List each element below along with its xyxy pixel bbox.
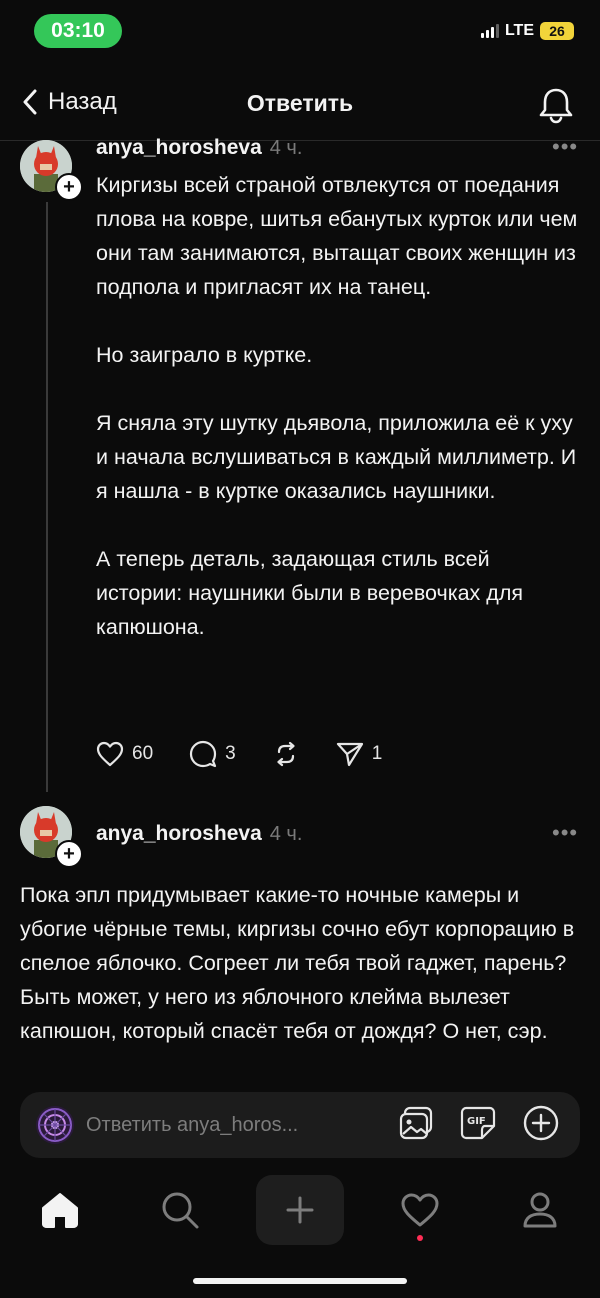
tab-search[interactable] bbox=[136, 1175, 224, 1245]
reply-count: 3 bbox=[225, 743, 236, 764]
send-icon bbox=[336, 742, 363, 767]
home-indicator bbox=[193, 1278, 407, 1284]
post-body: Киргизы всей страной отвлекутся от поеда… bbox=[96, 168, 580, 644]
post-header: anya_horosheva 4 ч. bbox=[96, 822, 302, 846]
page-title: Ответить bbox=[246, 90, 354, 116]
tab-profile[interactable] bbox=[496, 1175, 584, 1245]
comment-icon bbox=[190, 740, 217, 768]
post-time: 4 ч. bbox=[269, 822, 303, 845]
share-button[interactable]: 1 bbox=[336, 741, 383, 767]
network-label: LTE bbox=[504, 22, 534, 39]
thread-line bbox=[46, 202, 48, 792]
status-time: 03:10 bbox=[34, 14, 122, 48]
svg-text:GIF: GIF bbox=[467, 1116, 486, 1127]
repost-button[interactable] bbox=[272, 741, 300, 767]
like-count: 60 bbox=[132, 743, 154, 764]
bell-icon[interactable] bbox=[538, 86, 574, 129]
post-paragraph: А теперь деталь, задающая стиль всей ист… bbox=[96, 547, 524, 639]
username[interactable]: anya_horosheva bbox=[96, 136, 262, 160]
post-header: anya_horosheva 4 ч. bbox=[96, 136, 302, 160]
repost-icon bbox=[277, 741, 295, 767]
home-icon bbox=[42, 1193, 78, 1228]
user-avatar bbox=[36, 1106, 74, 1144]
battery-icon: 26 bbox=[540, 22, 574, 40]
reply-composer[interactable]: Ответить anya_horos... GIF bbox=[20, 1092, 580, 1158]
image-icon[interactable] bbox=[398, 1106, 434, 1145]
search-icon bbox=[162, 1192, 199, 1229]
like-button[interactable]: 60 bbox=[96, 741, 153, 767]
post-time: 4 ч. bbox=[269, 136, 303, 159]
reply-button[interactable]: 3 bbox=[189, 740, 236, 768]
post-actions: 60 3 1 bbox=[96, 740, 418, 768]
tab-create[interactable] bbox=[256, 1175, 344, 1245]
follow-button[interactable]: + bbox=[55, 840, 83, 868]
more-icon[interactable]: ••• bbox=[552, 134, 578, 160]
more-icon[interactable]: ••• bbox=[552, 820, 578, 846]
battery-level: 26 bbox=[549, 23, 565, 39]
post-paragraph: Но заиграло в куртке. bbox=[96, 343, 313, 367]
signal-icon bbox=[480, 24, 499, 38]
profile-icon bbox=[523, 1192, 557, 1228]
status-indicators: LTE 26 bbox=[480, 22, 574, 40]
plus-icon bbox=[286, 1196, 314, 1224]
post-paragraph: Я сняла эту шутку дьявола, приложила её … bbox=[96, 411, 577, 503]
heart-icon bbox=[96, 741, 124, 767]
post-paragraph: Пока эпл придумывает какие-то ночные кам… bbox=[20, 883, 575, 1043]
follow-button[interactable]: + bbox=[55, 173, 83, 201]
post-body: Пока эпл придумывает какие-то ночные кам… bbox=[20, 878, 585, 1074]
share-count: 1 bbox=[371, 743, 383, 764]
add-circle-icon[interactable] bbox=[522, 1104, 560, 1147]
bottom-tab-bar bbox=[0, 1170, 600, 1250]
reply-input[interactable]: Ответить anya_horos... bbox=[86, 1114, 398, 1137]
post-paragraph: Киргизы всей страной отвлекутся от поеда… bbox=[96, 173, 578, 299]
username[interactable]: anya_horosheva bbox=[96, 822, 262, 846]
gif-icon[interactable]: GIF bbox=[460, 1106, 496, 1145]
tab-activity[interactable] bbox=[376, 1175, 464, 1245]
mandala-icon bbox=[36, 1106, 74, 1144]
heart-icon bbox=[401, 1193, 439, 1227]
notification-dot bbox=[417, 1235, 423, 1241]
tab-home[interactable] bbox=[16, 1175, 104, 1245]
